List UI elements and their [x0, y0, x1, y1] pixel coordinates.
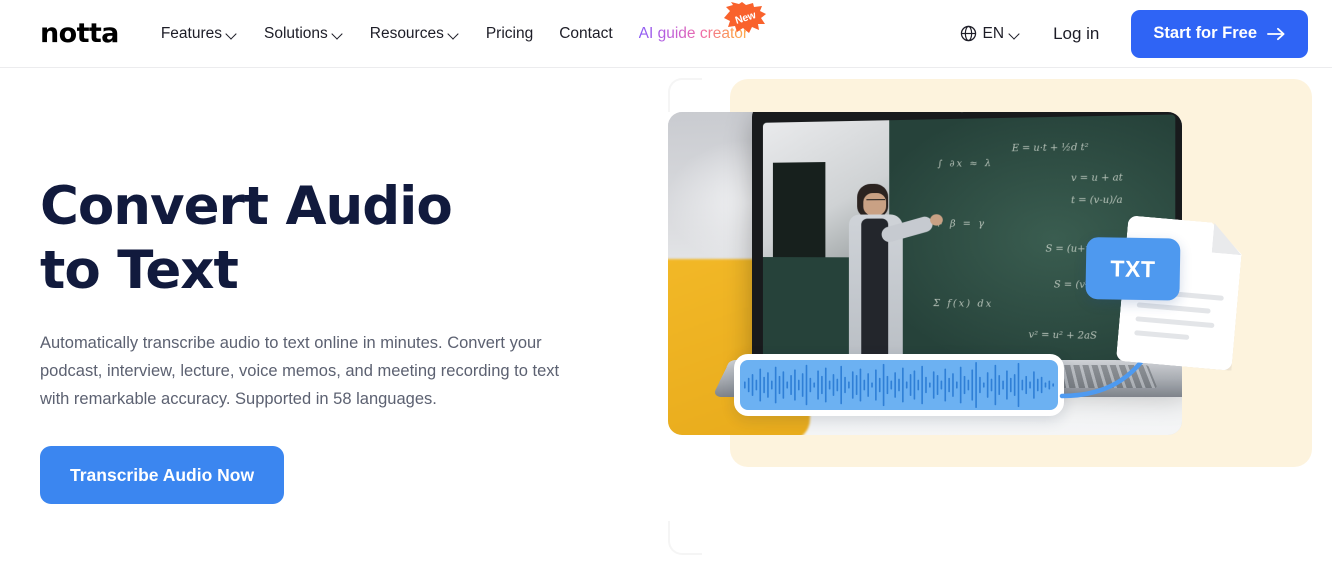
- chevron-down-icon: [449, 29, 460, 40]
- waveform-icon: [743, 361, 1055, 409]
- corner-accent-bottom: [668, 521, 702, 555]
- chevron-down-icon: [333, 29, 344, 40]
- nav-label-resources: Resources: [369, 24, 444, 42]
- chalk-scribble-c: Σ f(x) dx: [933, 298, 994, 310]
- audio-waveform-card: [734, 354, 1064, 416]
- main-navigation: Features Solutions Resources Pricing Con…: [161, 0, 767, 67]
- hero-illustration: E = u·t + ½d t² v = u + at t = (v-u)/a S…: [660, 68, 1332, 563]
- page-title: Convert Audio to Text: [40, 176, 453, 301]
- txt-document: TXT: [1085, 215, 1245, 371]
- new-badge: New: [724, 1, 767, 34]
- doc-line: [1134, 330, 1190, 340]
- nav-item-pricing[interactable]: Pricing: [486, 25, 533, 43]
- hero-section: Convert Audio to Text Automatically tran…: [0, 68, 1332, 563]
- document-folded-corner: [1212, 223, 1245, 256]
- start-for-free-button[interactable]: Start for Free: [1131, 9, 1308, 58]
- chalk-scribble-a: ∫ ∂x ≈ λ: [937, 159, 994, 171]
- chevron-down-icon: [227, 29, 238, 40]
- doc-line: [1135, 316, 1215, 329]
- webcam-icon: [959, 112, 965, 113]
- nav-label-contact: Contact: [559, 24, 613, 42]
- hero-description: Automatically transcribe audio to text o…: [40, 334, 560, 409]
- notta-logo[interactable]: notta: [40, 20, 119, 47]
- txt-format-badge: TXT: [1085, 236, 1181, 301]
- equation-0: E = u·t + ½d t²: [1011, 142, 1089, 155]
- nav-label-solutions: Solutions: [263, 24, 328, 42]
- language-code: EN: [982, 24, 1005, 42]
- site-header: notta Features Solutions Resources Prici…: [0, 0, 1332, 68]
- nav-item-contact[interactable]: Contact: [559, 25, 612, 43]
- nav-label-features: Features: [160, 24, 222, 42]
- chevron-down-icon: [1010, 29, 1021, 40]
- header-actions: EN Log in Start for Free: [960, 9, 1308, 58]
- hero-copy: Convert Audio to Text Automatically tran…: [0, 68, 640, 563]
- login-link[interactable]: Log in: [1047, 24, 1105, 44]
- language-selector[interactable]: EN: [960, 25, 1022, 43]
- corner-accent-top: [668, 78, 702, 112]
- transcribe-audio-now-button[interactable]: Transcribe Audio Now: [40, 446, 285, 505]
- arrow-right-icon: [1267, 27, 1285, 40]
- nav-item-solutions[interactable]: Solutions: [264, 25, 344, 43]
- equation-1: v = u + at: [1070, 172, 1123, 184]
- start-for-free-label: Start for Free: [1153, 24, 1257, 42]
- glasses-icon: [866, 199, 886, 205]
- equation-2: t = (v-u)/a: [1070, 195, 1123, 207]
- nav-item-features[interactable]: Features: [161, 25, 238, 43]
- globe-icon: [960, 25, 976, 42]
- nav-item-ai-guide-creator[interactable]: AI guide creator New: [639, 1, 767, 43]
- doc-line: [1136, 302, 1211, 314]
- teacher-figure: [841, 184, 943, 367]
- nav-label-pricing: Pricing: [485, 24, 534, 42]
- nav-item-resources[interactable]: Resources: [370, 25, 460, 43]
